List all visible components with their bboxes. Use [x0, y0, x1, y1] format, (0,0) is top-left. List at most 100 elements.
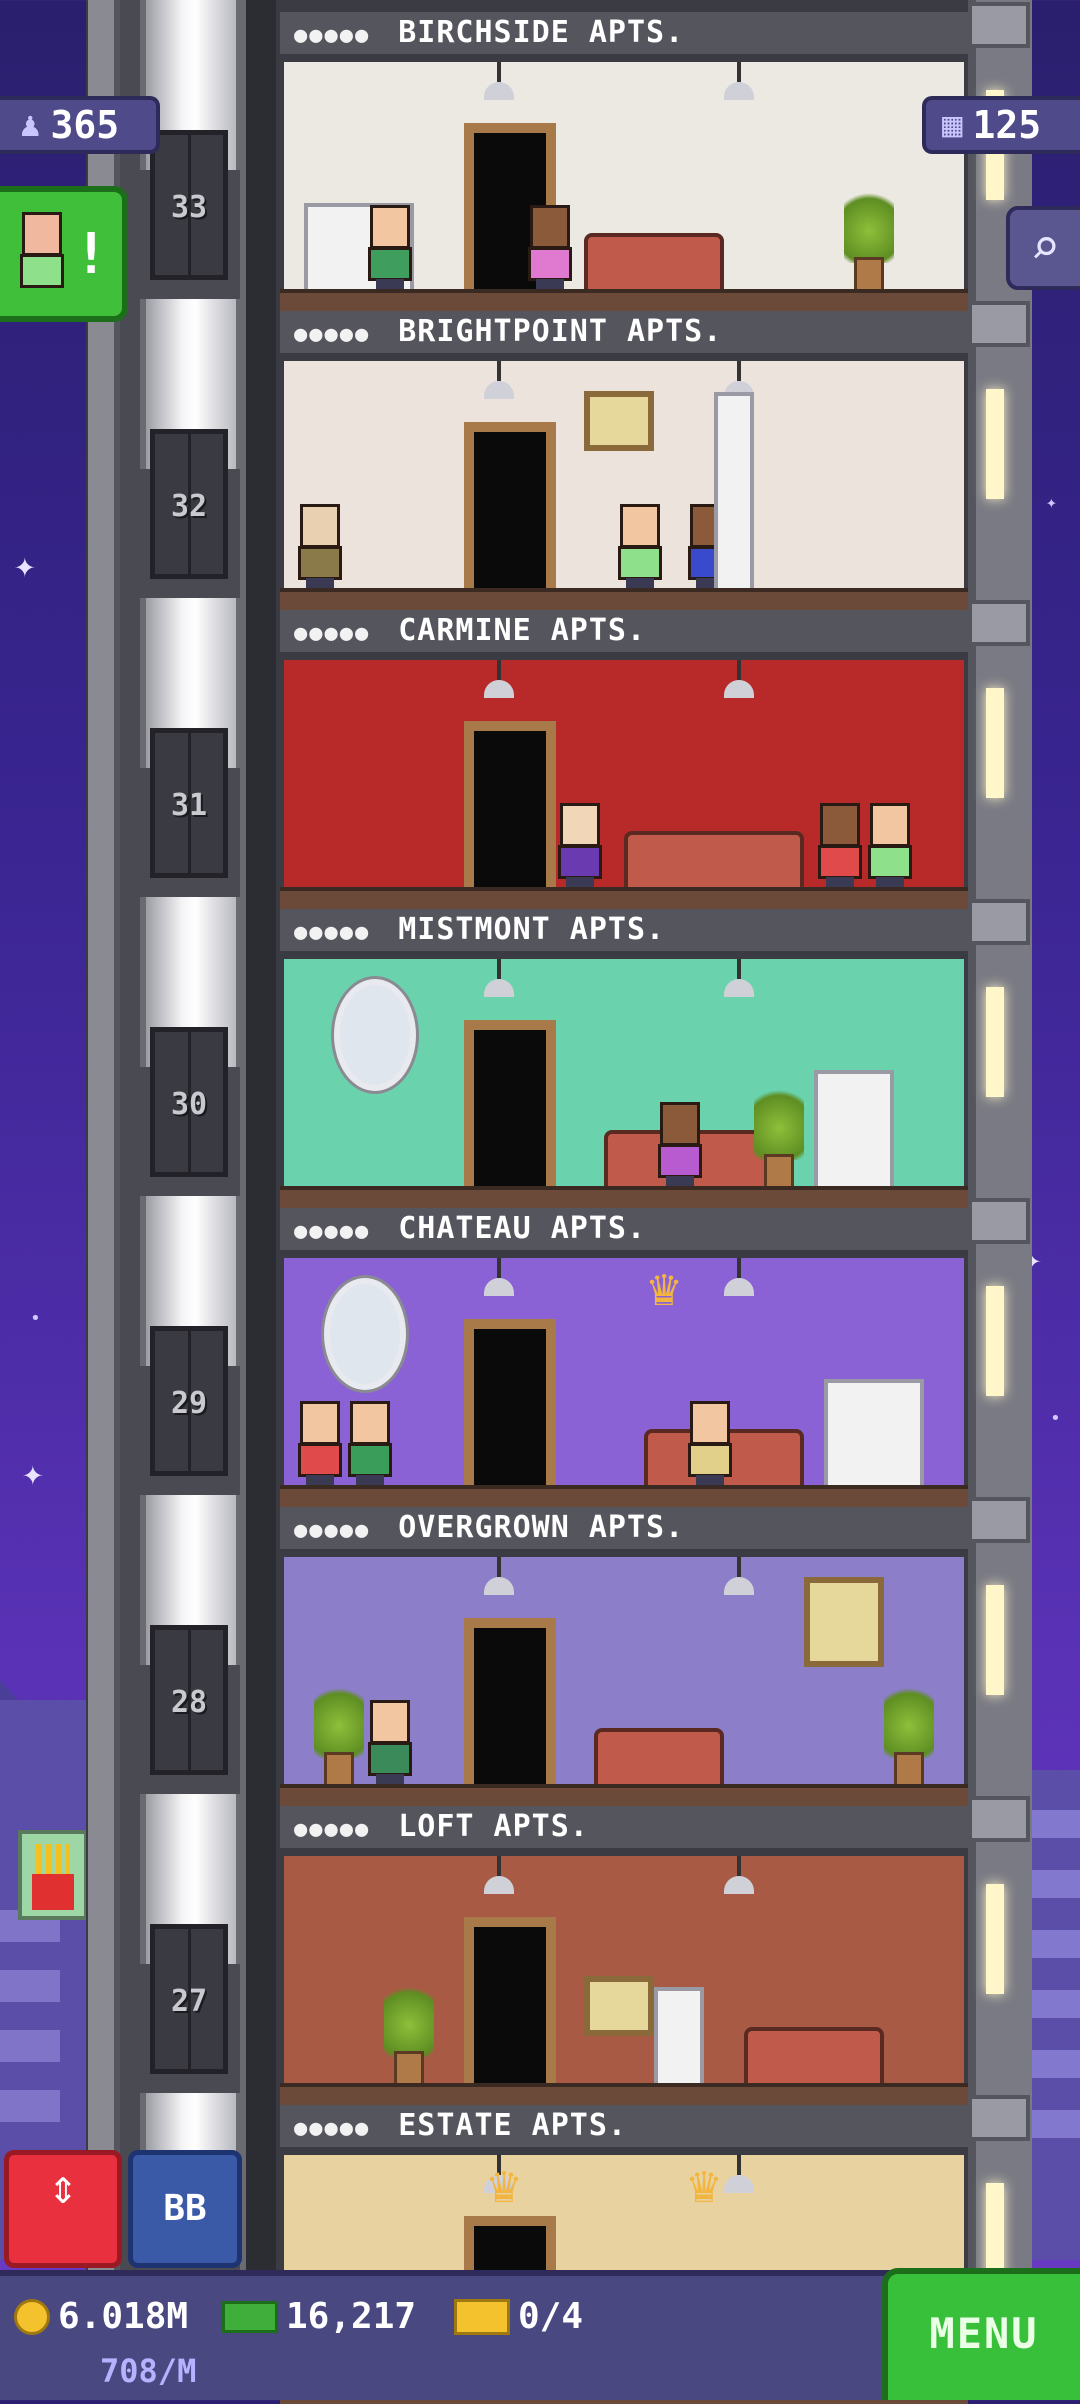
- floor-count-counter[interactable]: ▦ 125: [922, 96, 1080, 154]
- floor-sign[interactable]: ●●●●● BRIGHTPOINT APTS.: [280, 311, 968, 357]
- star-icon: •: [1050, 1408, 1061, 1429]
- sofa: [624, 831, 804, 891]
- floor-31[interactable]: ●●●●● CARMINE APTS.: [280, 610, 968, 909]
- sofa: [594, 1728, 724, 1788]
- apartment-door: [464, 1319, 556, 1489]
- sofa: [744, 2027, 884, 2087]
- bux-display[interactable]: 16,217: [222, 2296, 416, 2337]
- ceiling-lamp-icon: [484, 1258, 514, 1298]
- floor-32[interactable]: ●●●●● BRIGHTPOINT APTS.: [280, 311, 968, 610]
- pillar-cap: [968, 1796, 1030, 1842]
- floor-name: ESTATE APTS.: [398, 2108, 627, 2143]
- floor-sign[interactable]: ●●●●● CARMINE APTS.: [280, 610, 968, 656]
- tickets-display[interactable]: 0/4: [454, 2296, 583, 2337]
- bitbook-button[interactable]: BB: [128, 2150, 242, 2268]
- apartment-door: [464, 422, 556, 592]
- apartment-door: [464, 1917, 556, 2087]
- bitizen[interactable]: [554, 803, 606, 891]
- floor-base: [280, 2083, 968, 2105]
- floor-base: [280, 289, 968, 311]
- floor-base: [280, 588, 968, 610]
- floor-29[interactable]: ●●●●● CHATEAU APTS. ♛: [280, 1208, 968, 1507]
- ceiling-lamp-icon: [724, 1856, 754, 1896]
- mission-alert-button[interactable]: !: [0, 186, 128, 322]
- coins-display[interactable]: 6.018M: [14, 2296, 188, 2337]
- ceiling-lamp-icon: [724, 959, 754, 999]
- floor-sign[interactable]: ●●●●● OVERGROWN APTS.: [280, 1507, 968, 1553]
- sofa: [584, 233, 724, 293]
- person-icon: ♟: [20, 105, 41, 145]
- pillar-cap: [968, 2, 1030, 48]
- apartment-room[interactable]: ♛: [284, 1258, 964, 1489]
- bitizen-avatar-icon: [16, 212, 72, 298]
- floor-name: BIRCHSIDE APTS.: [398, 15, 685, 50]
- wall-picture: [584, 1976, 654, 2036]
- floor-33[interactable]: ●●●●● BIRCHSIDE APTS.: [280, 12, 968, 311]
- bitizen[interactable]: [654, 1102, 706, 1190]
- floor-sign[interactable]: ●●●●● MISTMONT APTS.: [280, 909, 968, 955]
- star-rating: ●●●●●: [294, 322, 371, 347]
- bitbook-label: BB: [163, 2188, 207, 2229]
- ceiling-lamp-icon: [484, 1856, 514, 1896]
- population-counter[interactable]: ♟ 365: [0, 96, 160, 154]
- floor-sign[interactable]: ●●●●● ESTATE APTS.: [280, 2105, 968, 2151]
- alert-icon: !: [74, 222, 108, 287]
- pillar-light: [986, 1286, 1004, 1396]
- ceiling-lamp-icon: [484, 361, 514, 401]
- cabinet: [654, 1987, 704, 2087]
- bitizen[interactable]: [364, 1700, 416, 1788]
- floor-name: OVERGROWN APTS.: [398, 1510, 685, 1545]
- apartment-room[interactable]: [284, 62, 964, 293]
- menu-button[interactable]: MENU: [882, 2268, 1080, 2400]
- floor-27[interactable]: ●●●●● LOFT APTS.: [280, 1806, 968, 2105]
- apartment-door: [464, 721, 556, 891]
- pillar-light: [986, 688, 1004, 798]
- floor-sign[interactable]: ●●●●● LOFT APTS.: [280, 1806, 968, 1852]
- elevator-button[interactable]: ⇕: [4, 2150, 122, 2268]
- apartment-room[interactable]: [284, 361, 964, 592]
- bitizen[interactable]: [294, 1401, 346, 1489]
- floor-28[interactable]: ●●●●● OVERGROWN APTS.: [280, 1507, 968, 1806]
- pillar-light: [986, 1884, 1004, 1994]
- pillar-cap: [968, 1497, 1030, 1543]
- ceiling-lamp-icon: [724, 1557, 754, 1597]
- bitizen[interactable]: [294, 504, 346, 592]
- search-button[interactable]: ⌕: [1006, 206, 1080, 290]
- star-icon: •: [30, 1308, 41, 1329]
- bitizen[interactable]: [814, 803, 866, 891]
- ceiling-lamp-icon: [724, 1258, 754, 1298]
- bitizen[interactable]: [524, 205, 576, 293]
- bitizen[interactable]: [684, 1401, 736, 1489]
- bitizen[interactable]: [344, 1401, 396, 1489]
- ceiling-lamp-icon: [484, 1557, 514, 1597]
- plant-icon: [314, 1678, 364, 1788]
- star-rating: ●●●●●: [294, 621, 371, 646]
- cabinet: [714, 392, 754, 592]
- golden-ticket-icon: [454, 2298, 510, 2335]
- apartment-room[interactable]: [284, 959, 964, 1190]
- floor-30[interactable]: ●●●●● MISTMONT APTS.: [280, 909, 968, 1208]
- ceiling-lamp-icon: [724, 62, 754, 102]
- apartment-room[interactable]: [284, 1557, 964, 1788]
- pillar-cap: [968, 2095, 1030, 2141]
- star-icon: ✦: [1046, 492, 1057, 513]
- floor-sign[interactable]: ●●●●● BIRCHSIDE APTS.: [280, 12, 968, 58]
- elevator-rail-right: [240, 0, 276, 2270]
- mirror: [334, 979, 416, 1091]
- floor-sign[interactable]: ●●●●● CHATEAU APTS.: [280, 1208, 968, 1254]
- cabinet: [824, 1379, 924, 1489]
- floor-base: [280, 1485, 968, 1507]
- bitizen[interactable]: [364, 205, 416, 293]
- fries-shop-icon[interactable]: [18, 1830, 88, 1920]
- ceiling-lamp-icon: [484, 959, 514, 999]
- floor-name: LOFT APTS.: [398, 1809, 589, 1844]
- floor-count-value: 125: [972, 103, 1042, 147]
- bitizen[interactable]: [864, 803, 916, 891]
- chandelier-icon: ♛: [648, 1258, 680, 1318]
- floor-name: CARMINE APTS.: [398, 613, 647, 648]
- pillar-light: [986, 389, 1004, 499]
- coins-value: 6.018M: [58, 2296, 189, 2337]
- bitizen[interactable]: [614, 504, 666, 592]
- apartment-room[interactable]: [284, 660, 964, 891]
- apartment-room[interactable]: [284, 1856, 964, 2087]
